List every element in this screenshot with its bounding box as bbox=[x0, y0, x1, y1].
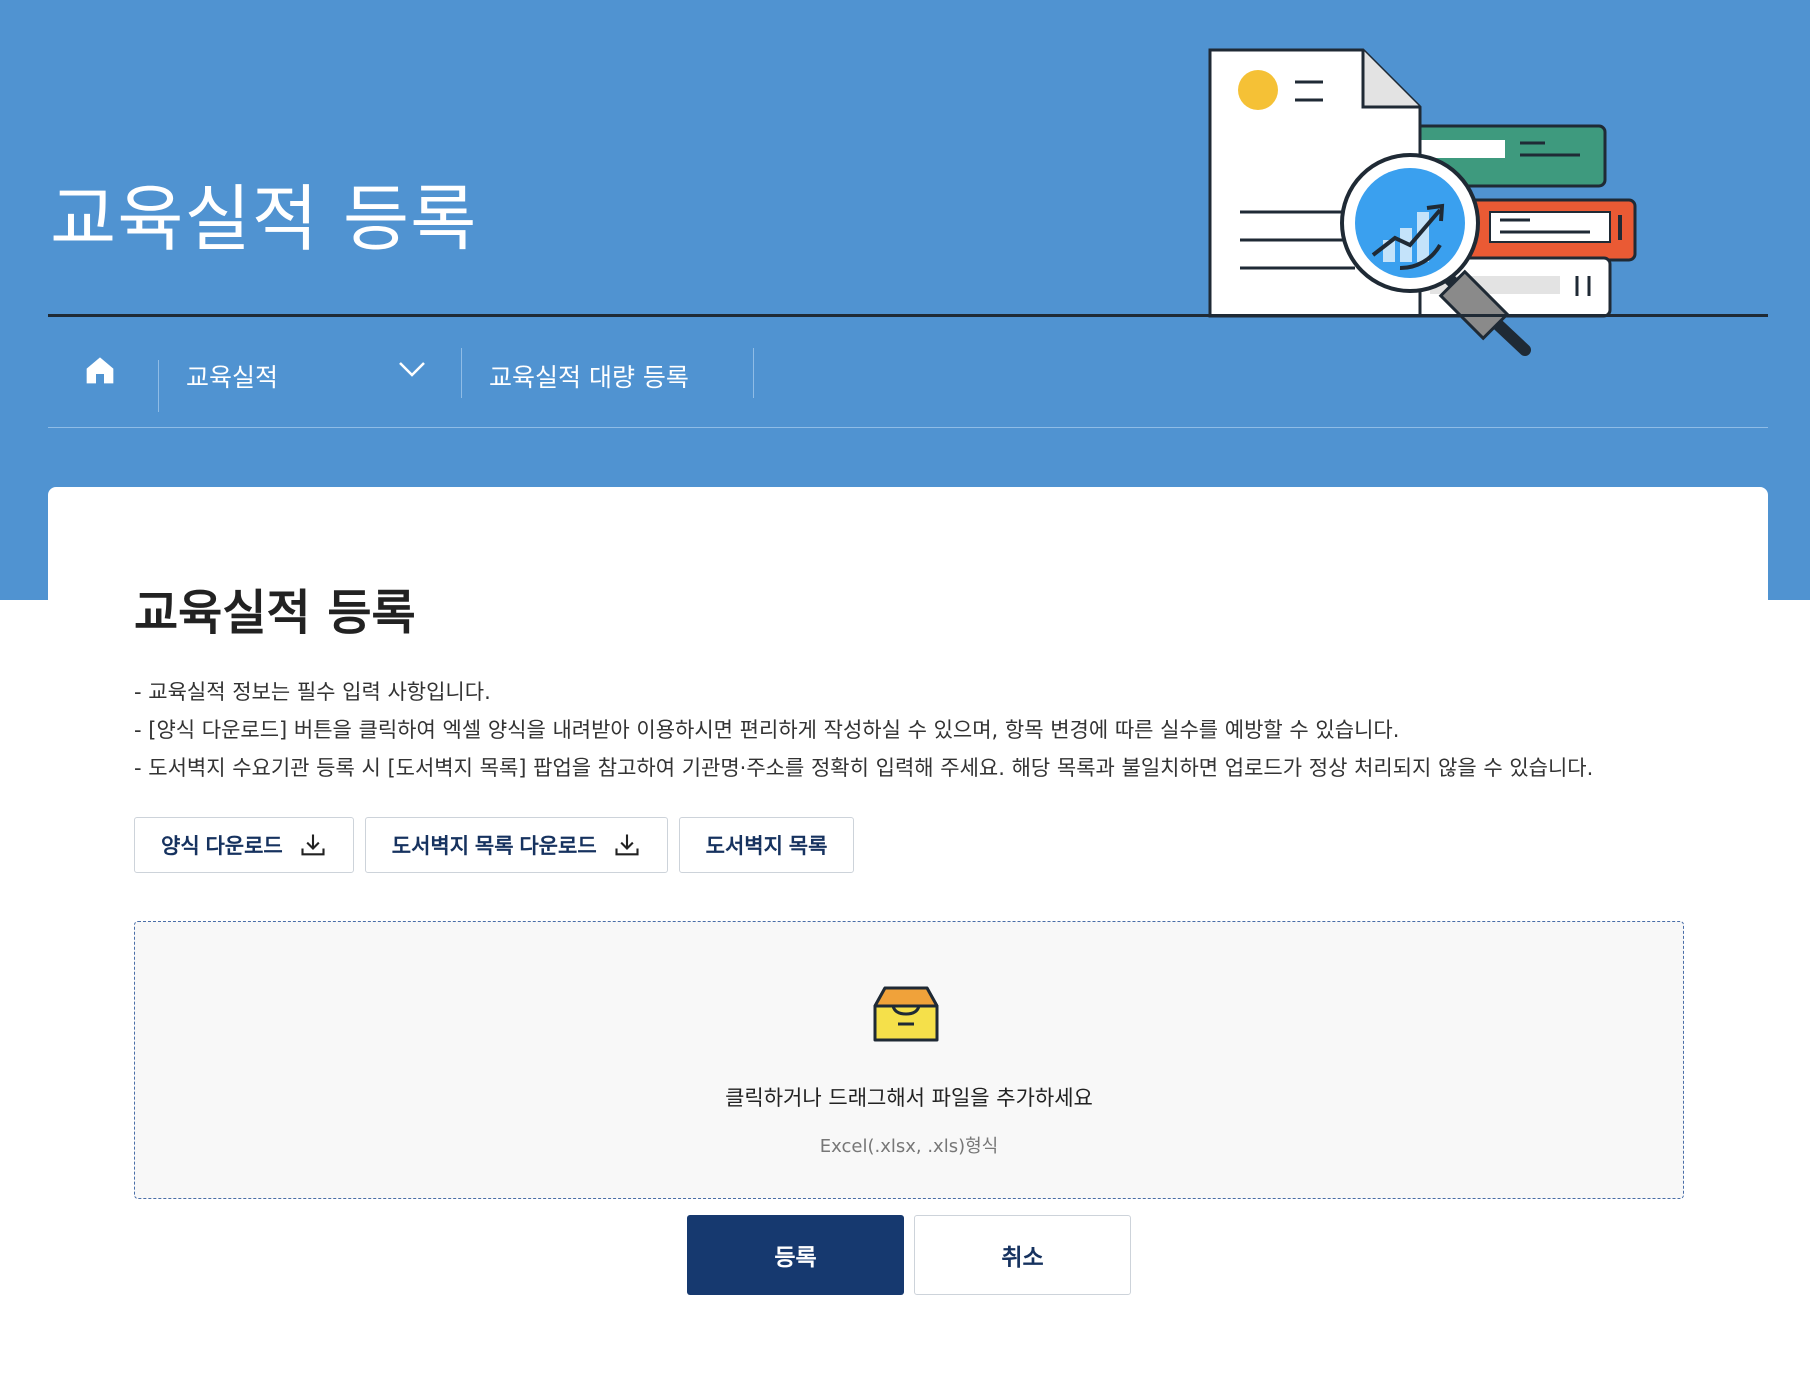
guide-note: - [양식 다운로드] 버튼을 클릭하여 엑셀 양식을 내려받아 이용하시면 편… bbox=[134, 718, 1400, 742]
remote-list-download-label: 도서벽지 목록 다운로드 bbox=[391, 835, 597, 858]
dropzone-title: 클릭하거나 드래그해서 파일을 추가하세요 bbox=[725, 1086, 1093, 1110]
breadcrumb-item-bulk-register[interactable]: 교육실적 대량 등록 bbox=[489, 358, 689, 394]
guide-note: - 교육실적 정보는 필수 입력 사항입니다. bbox=[134, 680, 491, 704]
template-download-button[interactable]: 양식 다운로드 bbox=[134, 817, 354, 873]
hero-title: 교육실적 등록 bbox=[50, 177, 478, 261]
remote-list-download-button[interactable]: 도서벽지 목록 다운로드 bbox=[364, 817, 668, 873]
breadcrumb-divider bbox=[461, 348, 462, 398]
download-icon bbox=[301, 834, 325, 856]
guide-note: - 도서벽지 수요기관 등록 시 [도서벽지 목록] 팝업을 참고하여 기관명·… bbox=[134, 756, 1594, 780]
inbox-icon bbox=[873, 986, 939, 1042]
download-button-group: 양식 다운로드 도서벽지 목록 다운로드 도서벽지 목록 bbox=[134, 817, 855, 873]
main-card: 교육실적 등록 - 교육실적 정보는 필수 입력 사항입니다. - [양식 다운… bbox=[48, 487, 1768, 1394]
dropzone-format-hint: Excel(.xlsx, .xls)형식 bbox=[819, 1136, 999, 1157]
hero-divider bbox=[48, 314, 1768, 317]
breadcrumb-item-education-record[interactable]: 교육실적 bbox=[186, 358, 278, 394]
submit-button[interactable]: 등록 bbox=[687, 1215, 904, 1295]
remote-list-button[interactable]: 도서벽지 목록 bbox=[678, 817, 855, 873]
template-download-label: 양식 다운로드 bbox=[161, 835, 283, 858]
document-books-illustration bbox=[1208, 48, 1637, 356]
remote-list-label: 도서벽지 목록 bbox=[705, 835, 828, 858]
form-actions: 등록 취소 bbox=[687, 1215, 1131, 1295]
chevron-down-icon[interactable] bbox=[398, 360, 426, 378]
breadcrumb-divider bbox=[753, 348, 754, 398]
home-icon[interactable] bbox=[84, 354, 116, 386]
cancel-button[interactable]: 취소 bbox=[914, 1215, 1131, 1295]
page-title: 교육실적 등록 bbox=[134, 585, 416, 641]
file-dropzone[interactable]: 클릭하거나 드래그해서 파일을 추가하세요 Excel(.xlsx, .xls)… bbox=[134, 921, 1684, 1199]
guide-notes: - 교육실적 정보는 필수 입력 사항입니다. - [양식 다운로드] 버튼을 … bbox=[134, 673, 1593, 787]
breadcrumb: 교육실적 교육실적 대량 등록 bbox=[48, 318, 1768, 428]
breadcrumb-divider bbox=[158, 360, 159, 412]
download-icon bbox=[615, 834, 639, 856]
